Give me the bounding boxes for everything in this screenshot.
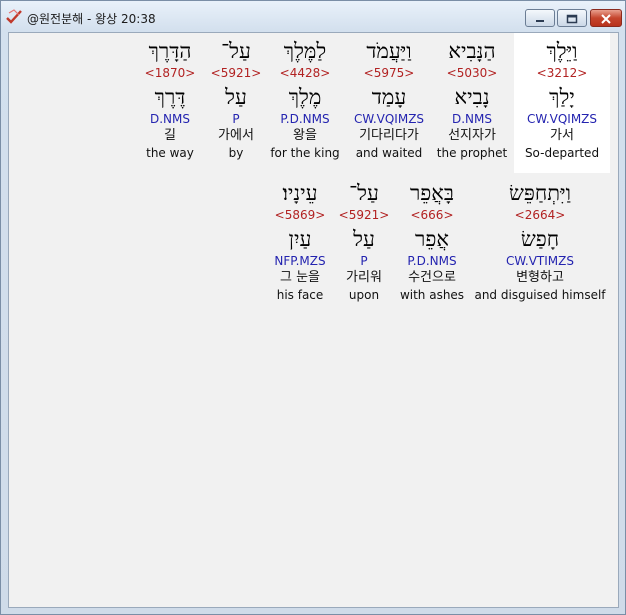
korean-gloss: 가리워 bbox=[346, 270, 382, 285]
word-cell[interactable]: לַמֶּלֶךְ <4428> מֶלֶךְ P.D.NMS 왕을 for t… bbox=[270, 37, 339, 161]
strong-number[interactable]: <1870> bbox=[145, 65, 196, 81]
hebrew-lemma: דֶּרֶךְ bbox=[154, 85, 186, 109]
english-gloss: with ashes bbox=[399, 288, 465, 302]
minimize-icon bbox=[535, 9, 545, 28]
close-icon bbox=[600, 9, 612, 28]
korean-gloss: 가서 bbox=[550, 128, 574, 143]
korean-gloss: 그 눈을 bbox=[279, 270, 321, 285]
morph-code: D.NMS bbox=[149, 112, 190, 126]
strong-number[interactable]: <5921> bbox=[339, 207, 390, 223]
morph-code: P.D.NMS bbox=[280, 112, 330, 126]
word-cell[interactable]: עַל־ <5921> עַל P 가에서 by bbox=[211, 37, 262, 161]
hebrew-lemma: עַיִן bbox=[288, 227, 312, 251]
hebrew-word: לַמֶּלֶךְ bbox=[283, 39, 327, 63]
english-gloss: by bbox=[228, 146, 244, 160]
minimize-button[interactable] bbox=[525, 9, 555, 27]
word-cell[interactable]: הַדָּרֶךְ <1870> דֶּרֶךְ D.NMS 길 the way bbox=[145, 37, 196, 161]
hebrew-lemma: נָבִיא bbox=[454, 85, 490, 109]
window-title: @원전분해 - 왕상 20:38 bbox=[27, 12, 156, 26]
maximize-button[interactable] bbox=[557, 9, 587, 27]
korean-gloss: 변형하고 bbox=[516, 270, 564, 285]
strong-number[interactable]: <2664> bbox=[474, 207, 605, 223]
strong-number[interactable]: <5030> bbox=[437, 65, 507, 81]
korean-gloss: 수건으로 bbox=[408, 270, 456, 285]
word-cell[interactable]: וַיִּתְחַפֵּשׂ <2664> חָפַשׂ CW.VTIMZS 변… bbox=[474, 179, 605, 303]
hebrew-word: הַדָּרֶךְ bbox=[148, 39, 192, 63]
morph-code: CW.VTIMZS bbox=[506, 254, 574, 268]
word-cell[interactable]: עֵינָיו׃ <5869> עַיִן NFP.MZS 그 눈을 his f… bbox=[274, 179, 325, 303]
strong-number[interactable]: <5869> bbox=[274, 207, 326, 223]
word-cell[interactable]: עַל־ <5921> עַל P 가리워 upon bbox=[339, 179, 390, 303]
strong-number[interactable]: <4428> bbox=[270, 65, 339, 81]
hebrew-lemma: עָמַד bbox=[371, 85, 407, 109]
hebrew-word: עֵינָיו׃ bbox=[282, 181, 318, 205]
hebrew-lemma: אֲפֵר bbox=[415, 227, 449, 251]
title-bar[interactable]: @원전분해 - 왕상 20:38 bbox=[1, 1, 625, 31]
hebrew-lemma: חָפַשׂ bbox=[520, 227, 560, 251]
morph-code: P.D.NMS bbox=[407, 254, 457, 268]
close-button[interactable] bbox=[590, 9, 622, 27]
korean-gloss: 왕을 bbox=[293, 128, 317, 143]
hebrew-word: עַל־ bbox=[221, 39, 251, 63]
english-gloss: the prophet bbox=[436, 146, 508, 160]
strong-number[interactable]: <3212> bbox=[525, 65, 599, 81]
morph-code: P bbox=[232, 112, 240, 126]
app-window: @원전분해 - 왕상 20:38 וַיֵּלֶךְ <3212> יָלַךְ… bbox=[0, 0, 626, 615]
morph-code: D.NMS bbox=[451, 112, 493, 126]
maximize-icon bbox=[566, 9, 578, 28]
english-gloss: So-departed bbox=[524, 146, 600, 160]
korean-gloss: 기다리다가 bbox=[359, 128, 419, 143]
strong-number[interactable]: <666> bbox=[400, 207, 464, 223]
english-gloss: upon bbox=[348, 288, 380, 302]
hebrew-lemma: עַל bbox=[225, 85, 247, 109]
hebrew-word: וַיֵּלֶךְ bbox=[546, 39, 578, 63]
morph-code: CW.VQIMZS bbox=[526, 112, 598, 126]
word-cell[interactable]: וַיַּעֲמֹד <5975> עָמַד CW.VQIMZS 기다리다가 … bbox=[354, 37, 424, 161]
hebrew-word: וַיִּתְחַפֵּשׂ bbox=[508, 181, 571, 205]
word-cell[interactable]: וַיֵּלֶךְ <3212> יָלַךְ CW.VQIMZS 가서 So-… bbox=[525, 37, 599, 161]
hebrew-word: הַנָּבִיא bbox=[448, 39, 496, 63]
strong-number[interactable]: <5975> bbox=[354, 65, 424, 81]
hebrew-lemma: מֶלֶךְ bbox=[288, 85, 322, 109]
hebrew-word: וַיַּעֲמֹד bbox=[366, 39, 412, 63]
korean-gloss: 길 bbox=[164, 128, 176, 143]
english-gloss: and waited bbox=[355, 146, 423, 160]
morph-code: NFP.MZS bbox=[274, 254, 326, 268]
morph-code: P bbox=[360, 254, 368, 268]
korean-gloss: 가에서 bbox=[218, 128, 254, 143]
word-cell[interactable]: הַנָּבִיא <5030> נָבִיא D.NMS 선지자가 the p… bbox=[437, 37, 507, 161]
english-gloss: for the king bbox=[270, 146, 340, 160]
morph-code: CW.VQIMZS bbox=[353, 112, 425, 126]
word-cell[interactable]: בָּאֲפֵר <666> אֲפֵר P.D.NMS 수건으로 with a… bbox=[400, 179, 464, 303]
hebrew-word: בָּאֲפֵר bbox=[409, 181, 455, 205]
english-gloss: the way bbox=[146, 146, 194, 160]
hebrew-lemma: יָלַךְ bbox=[549, 85, 575, 109]
english-gloss: his face bbox=[276, 288, 324, 302]
app-check-icon[interactable] bbox=[6, 9, 22, 25]
english-gloss: and disguised himself bbox=[474, 288, 606, 302]
hebrew-word: עַל־ bbox=[349, 181, 379, 205]
korean-gloss: 선지자가 bbox=[448, 128, 496, 143]
hebrew-lemma: עַל bbox=[353, 227, 375, 251]
strong-number[interactable]: <5921> bbox=[211, 65, 262, 81]
